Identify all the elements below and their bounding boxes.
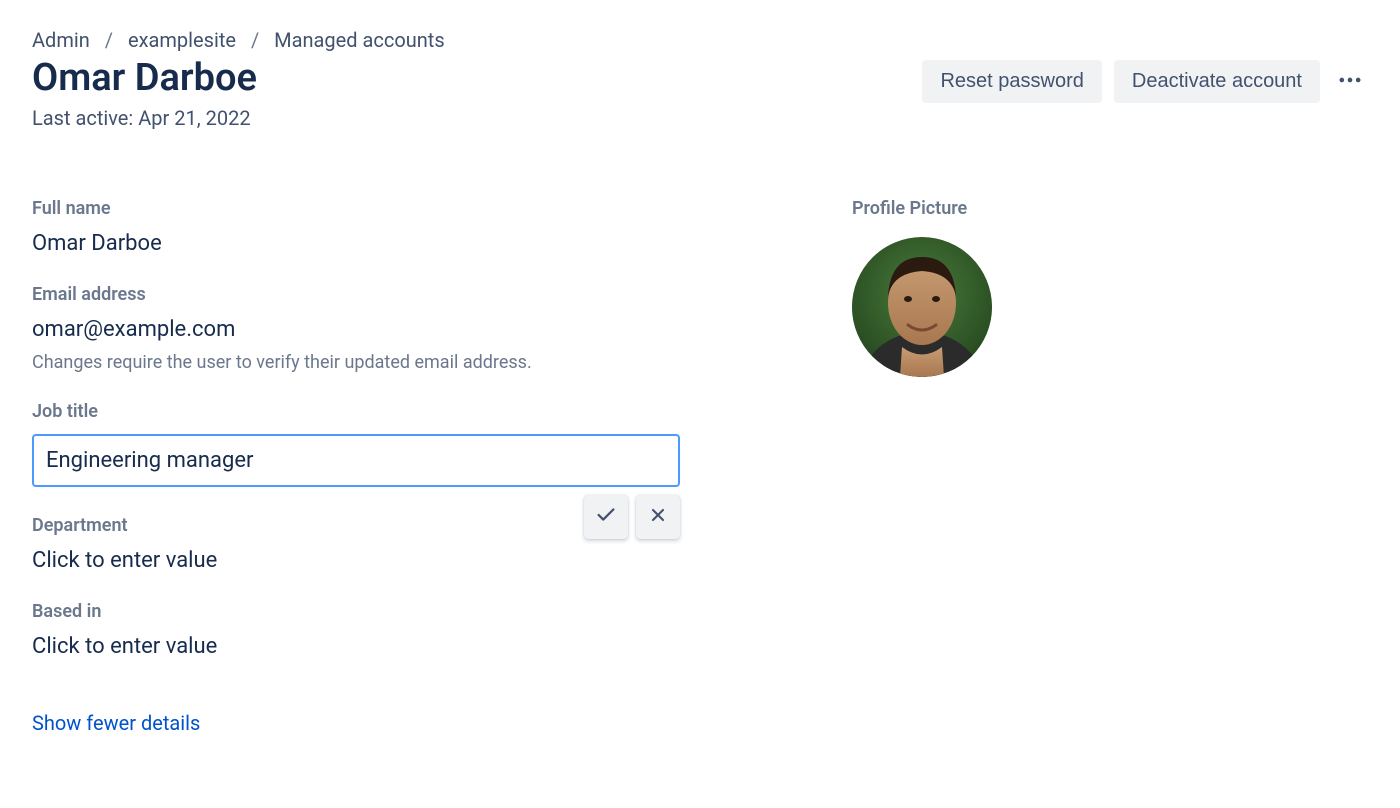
last-active-text: Last active: Apr 21, 2022 bbox=[32, 106, 445, 130]
email-label: Email address bbox=[32, 284, 852, 305]
email-value[interactable]: omar@example.com bbox=[32, 317, 852, 342]
breadcrumb-admin[interactable]: Admin bbox=[32, 28, 90, 52]
department-label: Department bbox=[32, 515, 852, 536]
header-actions: Reset password Deactivate account bbox=[922, 58, 1368, 105]
breadcrumb-separator: / bbox=[251, 28, 259, 52]
breadcrumb-site[interactable]: examplesite bbox=[128, 28, 236, 52]
page-title: Omar Darboe bbox=[32, 56, 445, 102]
show-fewer-details-link[interactable]: Show fewer details bbox=[32, 711, 200, 735]
full-name-label: Full name bbox=[32, 198, 852, 219]
job-title-inline-edit bbox=[32, 434, 680, 487]
reset-password-button[interactable]: Reset password bbox=[922, 60, 1101, 103]
job-title-label: Job title bbox=[32, 401, 852, 422]
inline-edit-cancel-button[interactable] bbox=[636, 495, 680, 539]
close-icon bbox=[648, 505, 668, 528]
based-in-value[interactable]: Click to enter value bbox=[32, 634, 852, 659]
job-title-input[interactable] bbox=[32, 434, 680, 487]
email-helper-text: Changes require the user to verify their… bbox=[32, 352, 852, 373]
more-actions-button[interactable] bbox=[1332, 58, 1368, 105]
profile-picture-label: Profile Picture bbox=[852, 198, 1368, 219]
department-value[interactable]: Click to enter value bbox=[32, 548, 852, 573]
avatar[interactable] bbox=[852, 237, 992, 377]
breadcrumb-separator: / bbox=[105, 28, 113, 52]
check-icon bbox=[595, 504, 617, 529]
full-name-value[interactable]: Omar Darboe bbox=[32, 231, 852, 256]
deactivate-account-button[interactable]: Deactivate account bbox=[1114, 60, 1320, 103]
breadcrumb-managed-accounts[interactable]: Managed accounts bbox=[274, 28, 445, 52]
based-in-label: Based in bbox=[32, 601, 852, 622]
breadcrumb: Admin / examplesite / Managed accounts bbox=[32, 28, 445, 52]
inline-edit-confirm-button[interactable] bbox=[584, 495, 628, 539]
more-horizontal-icon bbox=[1336, 66, 1364, 97]
